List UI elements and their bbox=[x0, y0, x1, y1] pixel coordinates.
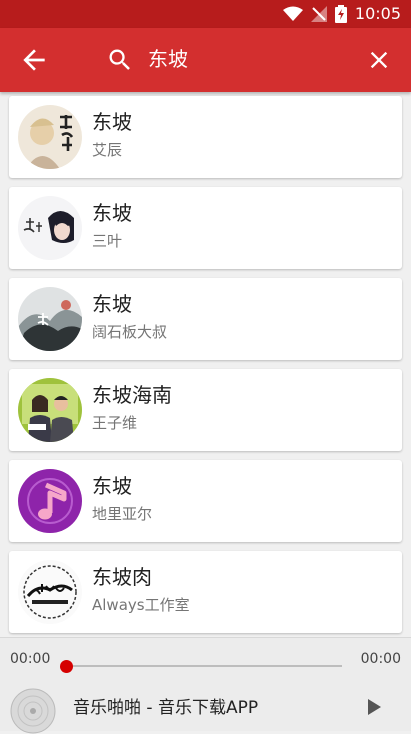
close-icon[interactable] bbox=[365, 46, 393, 74]
song-artist: 阔石板大叔 bbox=[92, 323, 168, 341]
progress-track[interactable] bbox=[66, 665, 342, 667]
song-title: 东坡 bbox=[92, 474, 132, 498]
disc-icon[interactable] bbox=[10, 688, 56, 734]
list-item[interactable]: 东坡 艾辰 bbox=[9, 96, 402, 178]
search-results-list[interactable]: 东坡 艾辰 东坡 三叶 东坡 阔石板大叔 东坡海南 王子维 东坡 地里亚尔 东坡 bbox=[0, 92, 411, 637]
song-title: 东坡 bbox=[92, 110, 132, 134]
album-art bbox=[18, 105, 82, 169]
play-icon[interactable] bbox=[365, 698, 383, 716]
song-title: 东坡 bbox=[92, 201, 132, 225]
list-item[interactable]: 东坡 地里亚尔 bbox=[9, 460, 402, 542]
wifi-icon bbox=[282, 6, 303, 21]
time-current: 00:00 bbox=[10, 651, 51, 667]
battery-charging-icon bbox=[334, 4, 347, 23]
search-app-bar: 东坡 bbox=[0, 28, 411, 92]
now-playing-title: 音乐啪啪 - 音乐下载APP bbox=[73, 698, 259, 718]
no-signal-icon bbox=[310, 5, 327, 22]
list-item[interactable]: 东坡 三叶 bbox=[9, 187, 402, 269]
mini-player: 00:00 00:00 音乐啪啪 - 音乐下载APP bbox=[0, 637, 411, 734]
list-item[interactable]: 东坡肉 Always工作室 bbox=[9, 551, 402, 633]
album-art bbox=[18, 287, 82, 351]
album-art bbox=[18, 196, 82, 260]
album-art bbox=[18, 378, 82, 442]
song-artist: 地里亚尔 bbox=[92, 505, 153, 523]
song-title: 东坡肉 bbox=[92, 565, 152, 589]
status-bar: 10:05 bbox=[0, 0, 411, 28]
song-artist: 艾辰 bbox=[92, 141, 123, 159]
song-artist: Always工作室 bbox=[92, 596, 190, 614]
back-arrow-icon[interactable] bbox=[18, 44, 50, 76]
search-icon[interactable] bbox=[106, 46, 134, 74]
song-title: 东坡 bbox=[92, 292, 132, 316]
list-item[interactable]: 东坡 阔石板大叔 bbox=[9, 278, 402, 360]
progress-thumb[interactable] bbox=[59, 660, 73, 673]
search-input[interactable]: 东坡 bbox=[148, 45, 188, 73]
song-artist: 三叶 bbox=[92, 232, 123, 250]
list-item[interactable]: 东坡海南 王子维 bbox=[9, 369, 402, 451]
time-total: 00:00 bbox=[360, 651, 401, 667]
status-time: 10:05 bbox=[354, 4, 401, 23]
album-art bbox=[18, 560, 82, 624]
song-title: 东坡海南 bbox=[92, 383, 172, 407]
album-art bbox=[18, 469, 82, 533]
song-artist: 王子维 bbox=[92, 414, 138, 432]
